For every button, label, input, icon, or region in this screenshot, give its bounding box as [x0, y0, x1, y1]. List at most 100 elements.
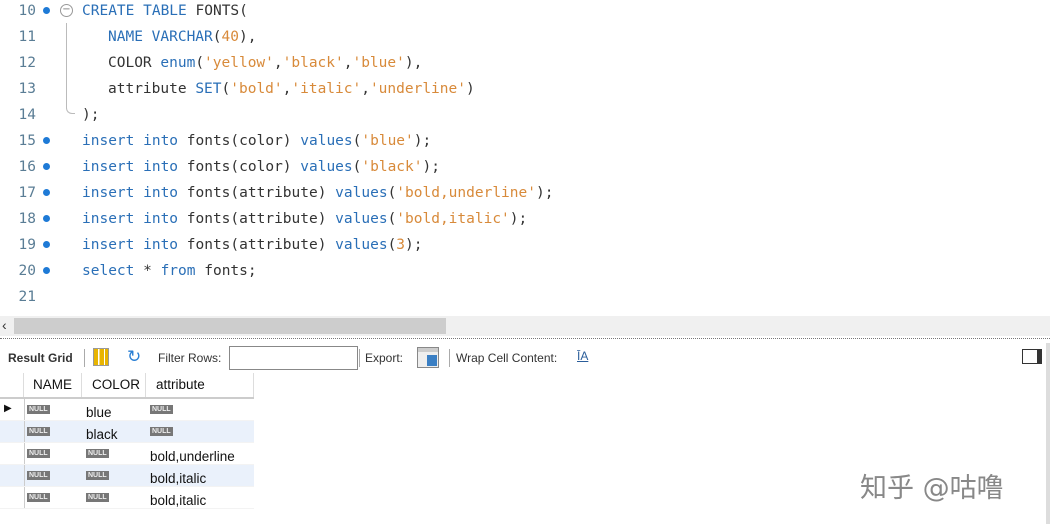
grid-columns-icon[interactable]: [93, 348, 109, 366]
code-token: insert into: [82, 237, 187, 253]
code-token: attribute: [108, 81, 196, 97]
table-cell[interactable]: NULL: [25, 487, 82, 508]
wrap-cell-icon[interactable]: ĪA: [577, 349, 588, 363]
result-grid-tab[interactable]: Result Grid: [8, 351, 73, 365]
table-row[interactable]: ▶ NULL blue NULL: [0, 399, 254, 421]
table-cell[interactable]: NULL: [25, 421, 82, 442]
code-token: 'blue': [352, 55, 405, 71]
null-badge: NULL: [86, 493, 109, 502]
code-token: ): [465, 81, 475, 97]
line-number: 11: [18, 29, 36, 45]
code-token: 'underline': [369, 81, 466, 97]
table-row[interactable]: NULL black NULL: [0, 421, 254, 443]
code-text: insert into fonts(color) values('blue');: [82, 131, 431, 151]
line-number: 16: [18, 159, 36, 175]
code-token: insert into: [82, 159, 187, 175]
column-header[interactable]: attribute: [148, 373, 254, 397]
row-selector[interactable]: [0, 443, 25, 464]
table-cell[interactable]: NULL: [25, 465, 82, 486]
table-cell[interactable]: NULL: [84, 443, 146, 464]
code-text: insert into fonts(attribute) values(3);: [82, 235, 423, 255]
table-cell[interactable]: NULL: [84, 487, 146, 508]
code-token: select: [82, 263, 144, 279]
code-token: *: [143, 263, 161, 279]
table-cell[interactable]: bold,italic: [148, 465, 254, 486]
code-token: values: [300, 133, 353, 149]
line-number: 12: [18, 55, 36, 71]
code-text: NAME VARCHAR(40),: [108, 27, 256, 47]
table-cell[interactable]: black: [84, 421, 146, 442]
code-text: attribute SET('bold','italic','underline…: [108, 79, 475, 99]
line-number: 14: [18, 107, 36, 123]
row-selector[interactable]: [0, 487, 25, 508]
code-text: select * from fonts;: [82, 261, 257, 281]
table-row[interactable]: NULL NULL bold,underline: [0, 443, 254, 465]
code-token: (: [212, 29, 222, 45]
scroll-left-icon[interactable]: ‹: [2, 317, 7, 333]
code-token: (: [387, 211, 397, 227]
table-cell[interactable]: blue: [84, 399, 146, 420]
code-token: FONTS(: [195, 3, 248, 19]
result-grid[interactable]: NAME COLOR attribute ▶ NULL blue NULL NULL black…: [0, 373, 254, 509]
code-token: 'italic': [291, 81, 362, 97]
row-selector[interactable]: [0, 465, 25, 486]
code-token: );: [509, 211, 528, 227]
row-selector[interactable]: ▶: [0, 399, 25, 420]
toggle-panel-icon[interactable]: [1022, 349, 1042, 364]
code-token: insert into: [82, 185, 187, 201]
code-token: (: [387, 185, 397, 201]
statement-marker-icon: [43, 241, 50, 248]
code-token: 40: [221, 29, 239, 45]
row-selector[interactable]: [0, 421, 25, 442]
code-token: fonts(attribute): [186, 237, 336, 253]
horizontal-scrollbar[interactable]: ‹: [0, 316, 1050, 336]
panel-splitter[interactable]: [0, 338, 1050, 339]
export-icon[interactable]: [417, 347, 439, 368]
line-number: 19: [18, 237, 36, 253]
table-cell[interactable]: NULL: [148, 399, 254, 420]
table-row[interactable]: NULL NULL bold,italic: [0, 465, 254, 487]
code-token: 'blue': [361, 133, 414, 149]
side-panel-edge: [1046, 343, 1050, 524]
code-token: fonts(color): [186, 159, 301, 175]
table-cell[interactable]: NULL: [84, 465, 146, 486]
row-header-corner: [0, 373, 24, 397]
fold-collapse-icon[interactable]: −: [60, 4, 73, 17]
code-token: );: [413, 133, 432, 149]
code-token: values: [335, 237, 388, 253]
divider: [84, 349, 85, 367]
line-number: 18: [18, 211, 36, 227]
null-badge: NULL: [150, 427, 173, 436]
code-token: fonts(color): [186, 133, 301, 149]
sql-editor[interactable]: 10− CREATE TABLE FONTS(11 NAME VARCHAR(40)…: [0, 0, 1050, 314]
code-text: COLOR enum('yellow','black','blue'),: [108, 53, 422, 73]
table-cell[interactable]: NULL: [148, 421, 254, 442]
fold-guide-end: [66, 105, 75, 114]
divider: [359, 349, 360, 367]
code-token: values: [335, 185, 388, 201]
filter-rows-input[interactable]: [229, 346, 358, 370]
refresh-icon[interactable]: ↻: [127, 347, 141, 367]
code-token: NAME VARCHAR: [108, 29, 213, 45]
column-header[interactable]: COLOR: [84, 373, 146, 397]
column-header[interactable]: NAME: [25, 373, 82, 397]
statement-marker-icon: [43, 163, 50, 170]
statement-marker-icon: [43, 137, 50, 144]
table-cell[interactable]: bold,underline: [148, 443, 254, 464]
code-token: );: [405, 237, 423, 253]
cell-value: bold,italic: [150, 493, 207, 508]
table-cell[interactable]: NULL: [25, 399, 82, 420]
code-token: (: [221, 81, 231, 97]
code-token: 'yellow': [204, 55, 274, 71]
table-cell[interactable]: NULL: [25, 443, 82, 464]
code-token: fonts(attribute): [186, 185, 336, 201]
statement-marker-icon: [43, 7, 50, 14]
line-number: 21: [18, 289, 36, 305]
code-token: 'black': [282, 55, 344, 71]
cell-value: blue: [86, 405, 112, 420]
scrollbar-thumb[interactable]: [14, 318, 446, 334]
table-row[interactable]: NULL NULL bold,italic: [0, 487, 254, 509]
wrap-label: Wrap Cell Content:: [456, 351, 558, 365]
code-token: ),: [238, 29, 257, 45]
table-cell[interactable]: bold,italic: [148, 487, 254, 508]
